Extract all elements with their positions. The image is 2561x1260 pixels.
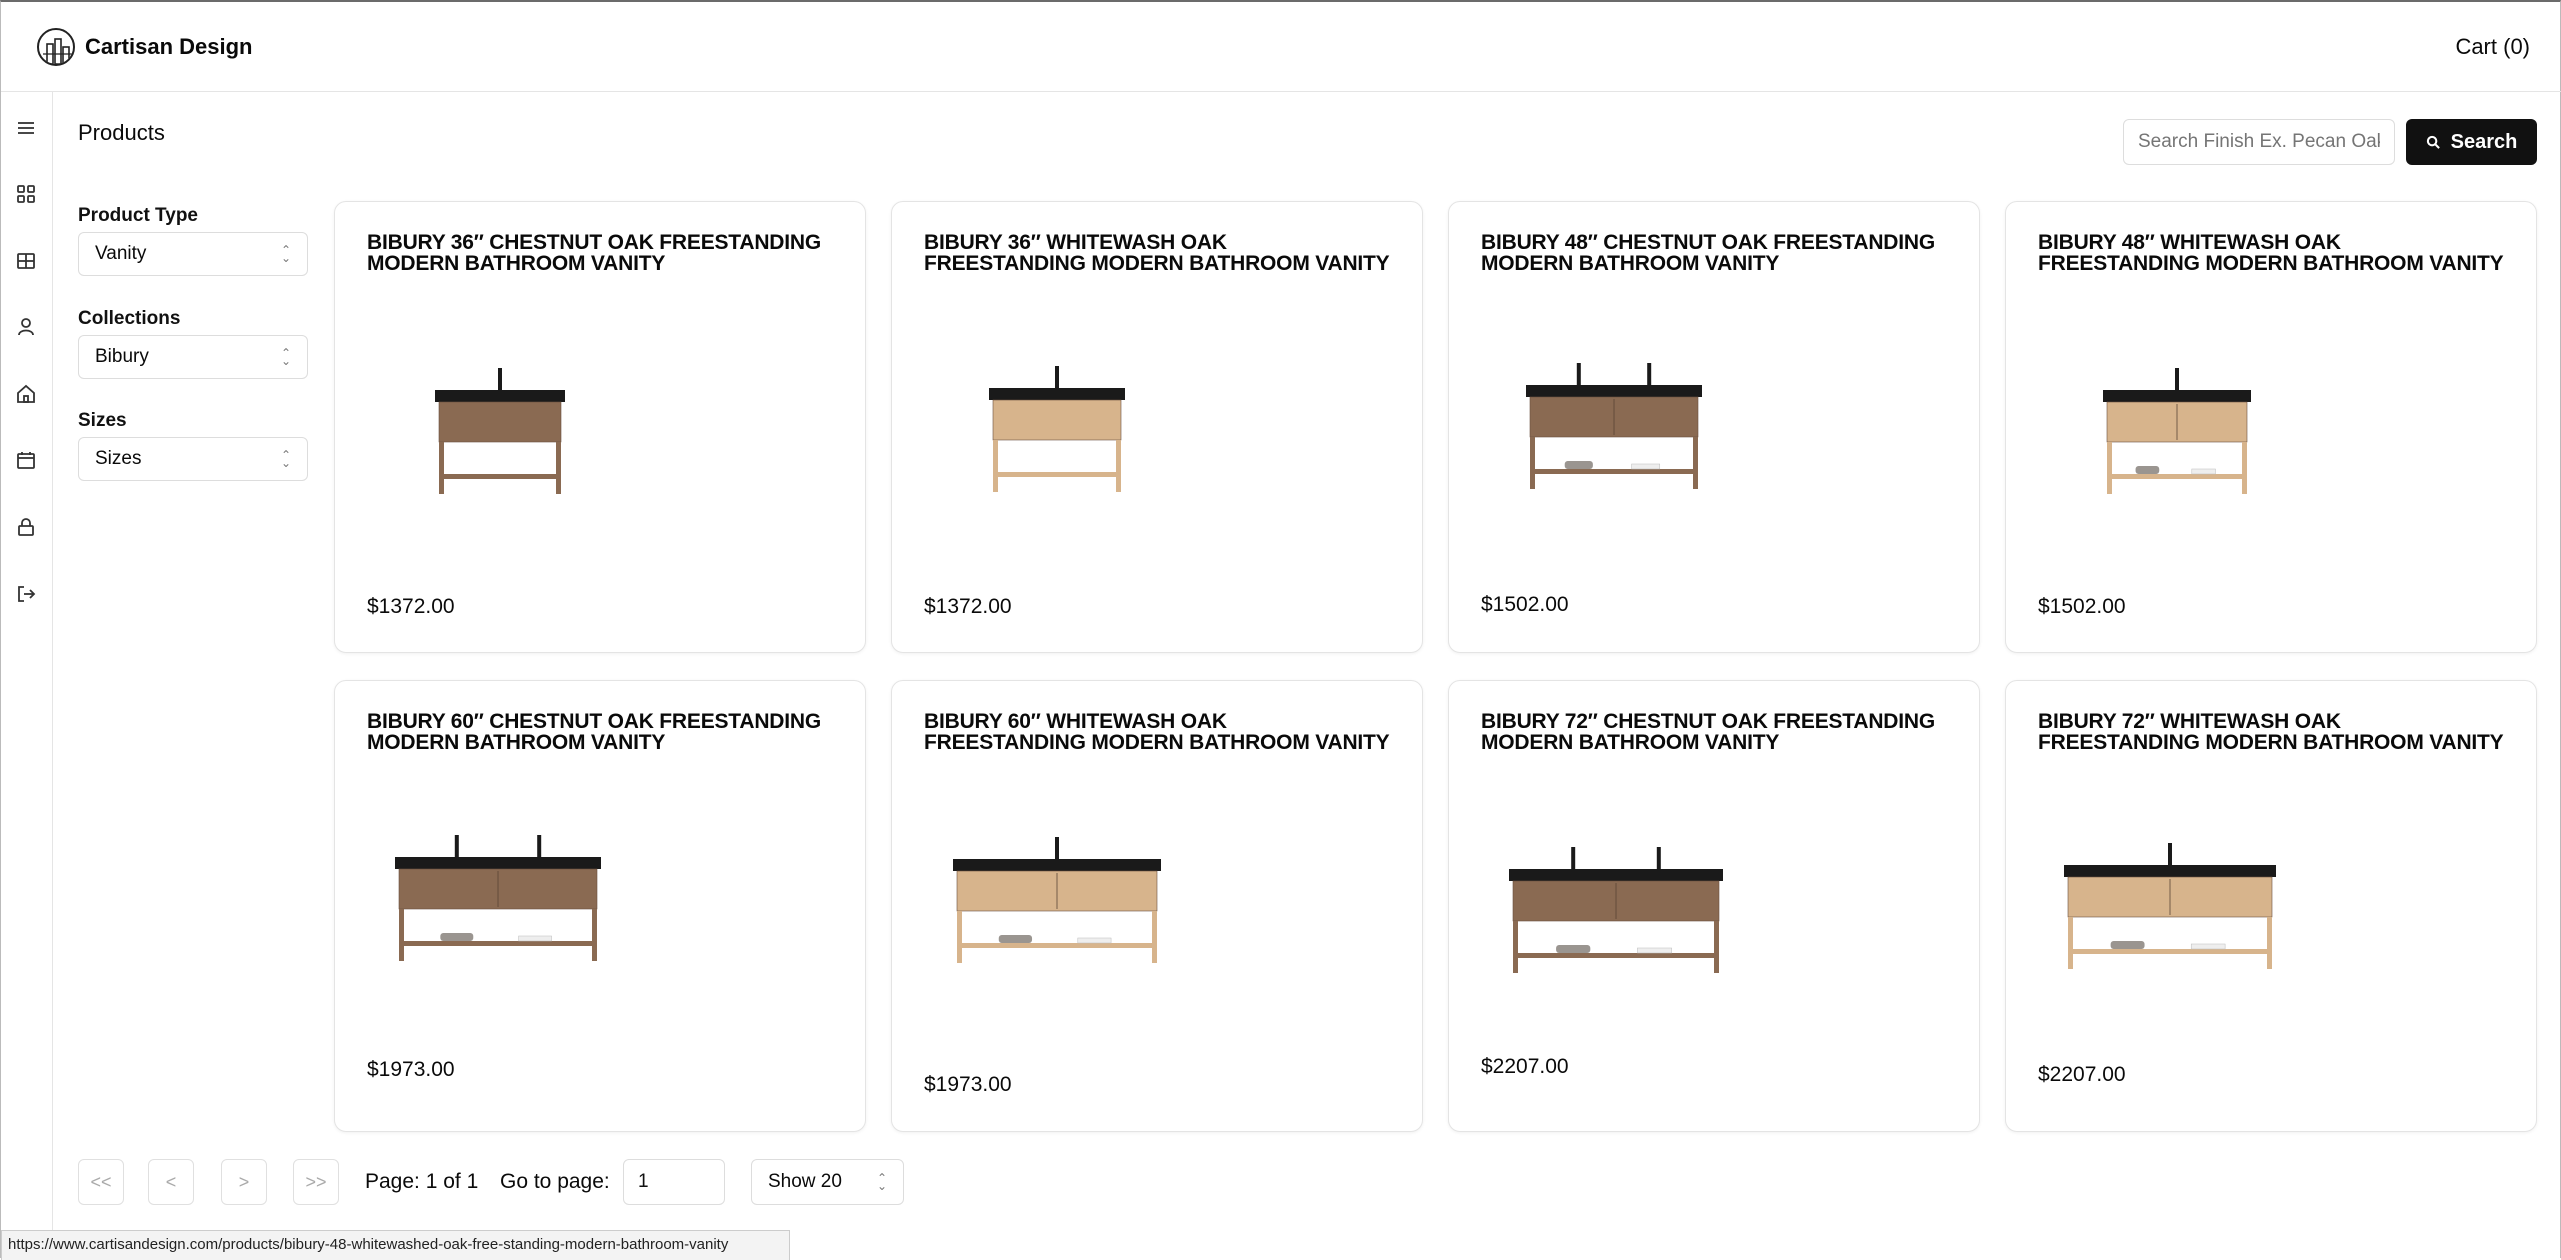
product-type-select[interactable]: Vanity ⌃ ⌄: [78, 232, 308, 276]
product-image[interactable]: [2098, 362, 2256, 512]
collections-value: Bibury: [95, 346, 149, 367]
browser-frame: Cartisan Design Cart (0) Products Search…: [0, 0, 2561, 1260]
chevron-updown-icon: ⌃ ⌄: [280, 346, 291, 368]
product-price: $1502.00: [2038, 595, 2126, 618]
product-image[interactable]: [1504, 841, 1728, 991]
filter-label-collections: Collections: [78, 308, 181, 329]
product-price: $1973.00: [924, 1073, 1012, 1096]
table-icon[interactable]: [15, 250, 37, 272]
product-image[interactable]: [948, 831, 1166, 981]
cart-link[interactable]: Cart (0): [2455, 34, 2530, 60]
product-price: $1502.00: [1481, 593, 1569, 616]
sizes-select[interactable]: Sizes ⌃ ⌄: [78, 437, 308, 481]
product-title: BIBURY 72″ CHESTNUT OAK FREESTANDING MOD…: [1481, 710, 1936, 754]
chevron-updown-icon: ⌃ ⌄: [876, 1171, 887, 1193]
chevron-updown-icon: ⌃ ⌄: [280, 448, 291, 470]
search-icon: [2426, 135, 2440, 149]
page-size-select[interactable]: Show 20 ⌃ ⌄: [751, 1159, 904, 1205]
status-bar-url: https://www.cartisandesign.com/products/…: [1, 1230, 790, 1260]
product-image[interactable]: [1521, 357, 1707, 507]
product-price: $1372.00: [924, 595, 1012, 618]
logout-icon[interactable]: [15, 583, 37, 605]
product-card[interactable]: BIBURY 60″ WHITEWASH OAK FREESTANDING MO…: [891, 680, 1423, 1132]
product-card[interactable]: BIBURY 48″ CHESTNUT OAK FREESTANDING MOD…: [1448, 201, 1980, 653]
product-title: BIBURY 60″ CHESTNUT OAK FREESTANDING MOD…: [367, 710, 822, 754]
brand[interactable]: Cartisan Design: [37, 28, 253, 66]
product-title: BIBURY 72″ WHITEWASH OAK FREESTANDING MO…: [2038, 710, 2504, 754]
menu-icon[interactable]: [15, 117, 37, 139]
filter-label-sizes: Sizes: [78, 410, 127, 431]
product-price: $2207.00: [2038, 1063, 2126, 1086]
next-page-button[interactable]: >: [221, 1159, 267, 1205]
product-title: BIBURY 48″ WHITEWASH OAK FREESTANDING MO…: [2038, 231, 2504, 275]
product-card[interactable]: BIBURY 48″ WHITEWASH OAK FREESTANDING MO…: [2005, 201, 2537, 653]
product-title: BIBURY 36″ WHITEWASH OAK FREESTANDING MO…: [924, 231, 1390, 275]
product-card[interactable]: BIBURY 60″ CHESTNUT OAK FREESTANDING MOD…: [334, 680, 866, 1132]
goto-page-label: Go to page:: [500, 1170, 610, 1193]
product-image[interactable]: [2059, 837, 2281, 987]
search-input[interactable]: [2123, 119, 2395, 165]
filter-label-product-type: Product Type: [78, 205, 198, 226]
product-title: BIBURY 36″ CHESTNUT OAK FREESTANDING MOD…: [367, 231, 822, 275]
user-icon[interactable]: [15, 316, 37, 338]
page-size-value: Show 20: [768, 1171, 842, 1192]
product-title: BIBURY 48″ CHESTNUT OAK FREESTANDING MOD…: [1481, 231, 1936, 275]
goto-page-input[interactable]: [623, 1159, 725, 1205]
calendar-icon[interactable]: [15, 449, 37, 471]
page-indicator: Page: 1 of 1: [365, 1170, 479, 1193]
product-price: $1973.00: [367, 1058, 455, 1081]
brand-name: Cartisan Design: [85, 34, 253, 59]
last-page-button[interactable]: >>: [293, 1159, 339, 1205]
product-type-value: Vanity: [95, 243, 147, 264]
collections-select[interactable]: Bibury ⌃ ⌄: [78, 335, 308, 379]
product-price: $1372.00: [367, 595, 455, 618]
home-icon[interactable]: [15, 383, 37, 405]
product-card[interactable]: BIBURY 72″ WHITEWASH OAK FREESTANDING MO…: [2005, 680, 2537, 1132]
sizes-value: Sizes: [95, 448, 142, 469]
prev-page-button[interactable]: <: [148, 1159, 194, 1205]
product-image[interactable]: [390, 829, 606, 979]
brand-logo-icon: [37, 28, 75, 66]
product-card[interactable]: BIBURY 36″ WHITEWASH OAK FREESTANDING MO…: [891, 201, 1423, 653]
page-title: Products: [78, 120, 165, 145]
sidebar: [1, 92, 53, 1260]
product-card[interactable]: BIBURY 72″ CHESTNUT OAK FREESTANDING MOD…: [1448, 680, 1980, 1132]
top-header: Cartisan Design Cart (0): [1, 4, 2561, 92]
search-button[interactable]: Search: [2406, 119, 2537, 165]
product-image[interactable]: [984, 360, 1130, 510]
product-price: $2207.00: [1481, 1055, 1569, 1078]
lock-icon[interactable]: [15, 516, 37, 538]
product-image[interactable]: [430, 362, 570, 512]
chevron-updown-icon: ⌃ ⌄: [280, 243, 291, 265]
search-button-label: Search: [2450, 130, 2518, 153]
grid-icon[interactable]: [15, 183, 37, 205]
first-page-button[interactable]: <<: [78, 1159, 124, 1205]
product-card[interactable]: BIBURY 36″ CHESTNUT OAK FREESTANDING MOD…: [334, 201, 866, 653]
product-title: BIBURY 60″ WHITEWASH OAK FREESTANDING MO…: [924, 710, 1390, 754]
